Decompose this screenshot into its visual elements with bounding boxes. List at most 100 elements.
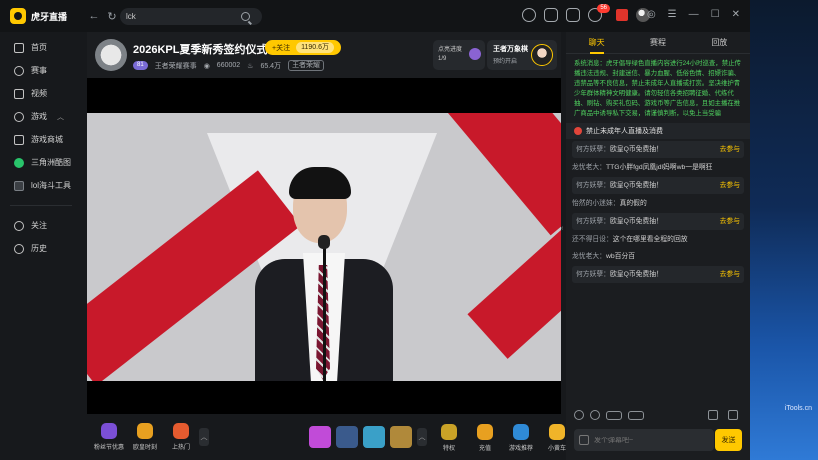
message-user[interactable]: 何方妖孽： xyxy=(576,271,610,278)
shopping-cart-icon xyxy=(549,424,565,440)
sidebar-item-events[interactable]: 赛事 xyxy=(0,59,82,82)
chat-input-box[interactable] xyxy=(574,429,714,451)
app-logo[interactable]: 虎牙直播 xyxy=(10,8,80,24)
host-name[interactable]: 王者荣耀赛事 xyxy=(155,61,197,71)
settings-icon[interactable] xyxy=(728,410,738,420)
message-user[interactable]: 还不得日设： xyxy=(572,236,613,243)
category-tag[interactable]: 王者荣耀 xyxy=(288,60,325,71)
sidebar-item-delta-map[interactable]: 三角洲酷图 xyxy=(0,151,82,174)
search-input[interactable] xyxy=(126,12,241,21)
join-link[interactable]: 去参与 xyxy=(720,177,740,194)
message-user[interactable]: 龙忧老大： xyxy=(572,253,606,260)
sidebar-item-follow[interactable]: 关注 xyxy=(0,214,82,237)
video-icon xyxy=(14,88,24,99)
search-box[interactable] xyxy=(120,8,262,25)
anchor-card[interactable]: 王者万象棋 预约开启 xyxy=(487,40,557,70)
fan-badge-icon[interactable] xyxy=(606,410,622,420)
sidebar-item-label: 历史 xyxy=(31,244,47,253)
fan-festival-icon xyxy=(101,423,117,439)
huya-logo-icon xyxy=(10,8,26,24)
history-icon xyxy=(14,243,24,254)
lucky-moment-button[interactable]: 欧皇时刻 xyxy=(127,423,163,451)
video-player[interactable] xyxy=(87,78,561,414)
sidebar-item-video[interactable]: 视频 xyxy=(0,82,82,105)
kpl-logo[interactable] xyxy=(95,39,127,71)
tab-schedule[interactable]: 赛程 xyxy=(627,32,688,54)
message-user[interactable]: 龙忧老大： xyxy=(572,164,606,171)
refresh-icon[interactable]: ↻ xyxy=(104,10,120,23)
fire-icon: ♨ xyxy=(247,62,254,70)
trophy-icon xyxy=(14,65,24,76)
privilege-button[interactable]: 特权 xyxy=(431,424,467,452)
emoji-icon[interactable] xyxy=(574,410,584,420)
tab-chat[interactable]: 聊天 xyxy=(566,32,627,54)
sidebar-item-home[interactable]: 首页 xyxy=(0,36,82,59)
join-link[interactable]: 去参与 xyxy=(720,141,740,158)
gift-item-icon[interactable] xyxy=(336,426,358,448)
sidebar-item-lol-tool[interactable]: lol海斗工具 xyxy=(0,174,82,197)
tab-replay[interactable]: 回放 xyxy=(689,32,750,54)
list-item: 怡然的小迷妹：真的假的 xyxy=(572,195,744,212)
gamepad-icon[interactable] xyxy=(566,8,580,22)
gift-item-icon[interactable] xyxy=(309,426,331,448)
sidebar-item-history[interactable]: 历史 xyxy=(0,237,82,260)
follow-button[interactable]: +关注 1190.6万 xyxy=(265,40,341,55)
sidebar-item-game-store[interactable]: 游戏商城 xyxy=(0,128,82,151)
room-meta: 81 王者荣耀赛事 ◉ 660002 ♨ 65.4万 王者荣耀 xyxy=(133,60,325,71)
heat-count: 65.4万 xyxy=(260,62,282,70)
close-icon[interactable]: ✕ xyxy=(732,9,740,20)
shopping-cart-label: 小黄车 xyxy=(547,446,566,452)
search-icon[interactable] xyxy=(241,12,250,21)
send-button[interactable]: 发送 xyxy=(715,429,742,451)
message-text: 欧皇Q币免费抽！ xyxy=(609,218,663,225)
gift-item-icon[interactable] xyxy=(363,426,385,448)
chevron-up-icon[interactable]: ︿ xyxy=(417,428,427,446)
live-record-icon[interactable] xyxy=(522,8,536,22)
menu-icon[interactable]: ☰ xyxy=(668,9,677,20)
message-user[interactable]: 何方妖孽： xyxy=(576,146,610,153)
message-user[interactable]: 何方妖孽： xyxy=(576,182,610,189)
message-list: 何方妖孽：欧皇Q币免费抽！ 去参与 龙忧老大：TTG小胖fgd凤凰jdl妈啊wb一… xyxy=(566,141,750,283)
settings-icon[interactable]: ◎ xyxy=(647,9,656,20)
sticker-icon[interactable] xyxy=(590,410,600,420)
fan-festival-button[interactable]: 粉丝节优惠 xyxy=(91,423,127,451)
list-item: 龙忧老大：TTG小胖fgd凤凰jdl妈啊wb一是啊狂 xyxy=(572,159,744,176)
barrage-mode-icon[interactable] xyxy=(579,435,589,445)
microphone xyxy=(318,235,330,249)
minimize-icon[interactable]: — xyxy=(689,9,699,20)
badge-icon xyxy=(469,48,481,60)
message-user[interactable]: 何方妖孽： xyxy=(576,218,610,225)
message-user[interactable]: 怡然的小迷妹： xyxy=(572,200,620,207)
chevron-up-icon[interactable]: ︿ xyxy=(199,428,209,446)
gamepad-icon xyxy=(14,111,24,122)
giftbar-right: 特权 充值 游戏推荐 小黄车 xyxy=(431,424,575,452)
top-bar: 虎牙直播 ← ↻ 56 ◎ ☰ — ☐ ✕ xyxy=(0,0,750,32)
chat-input[interactable] xyxy=(594,436,704,444)
message-text: 欧皇Q币免费抽！ xyxy=(609,271,663,278)
chevron-up-icon[interactable]: ︿ xyxy=(57,112,64,122)
notification-bell-icon[interactable]: 56 xyxy=(588,4,610,22)
room-title: 2026KPL夏季新秀签约仪式 xyxy=(133,44,268,56)
maximize-icon[interactable]: ☐ xyxy=(711,9,720,20)
light-progress-box[interactable]: 点亮进度 1/9 xyxy=(433,40,485,70)
anchor-avatar xyxy=(531,44,553,66)
tag-icon[interactable] xyxy=(544,8,558,22)
recharge-button[interactable]: 充值 xyxy=(467,424,503,452)
gift-icon[interactable] xyxy=(616,9,628,21)
viewer-count: 660002 xyxy=(216,62,241,69)
go-trending-button[interactable]: 上热门 xyxy=(163,423,199,451)
list-item: 何方妖孽：欧皇Q币免费抽！ 去参与 xyxy=(572,177,744,194)
video-frame xyxy=(87,113,561,381)
barrage-style-icon[interactable] xyxy=(628,410,644,420)
window-controls: ◎ ☰ — ☐ ✕ xyxy=(647,9,740,20)
join-link[interactable]: 去参与 xyxy=(720,266,740,283)
message-count-badge: 56 xyxy=(597,4,610,13)
go-trending-label: 上热门 xyxy=(171,445,190,451)
back-arrow-icon[interactable]: ← xyxy=(86,10,102,22)
screenshot-icon[interactable] xyxy=(708,410,718,420)
game-recommend-button[interactable]: 游戏推荐 xyxy=(503,424,539,452)
join-link[interactable]: 去参与 xyxy=(720,213,740,230)
tool-icon xyxy=(14,180,24,191)
sidebar-item-games[interactable]: 游戏 ︿ xyxy=(0,105,82,128)
gift-item-icon[interactable] xyxy=(390,426,412,448)
